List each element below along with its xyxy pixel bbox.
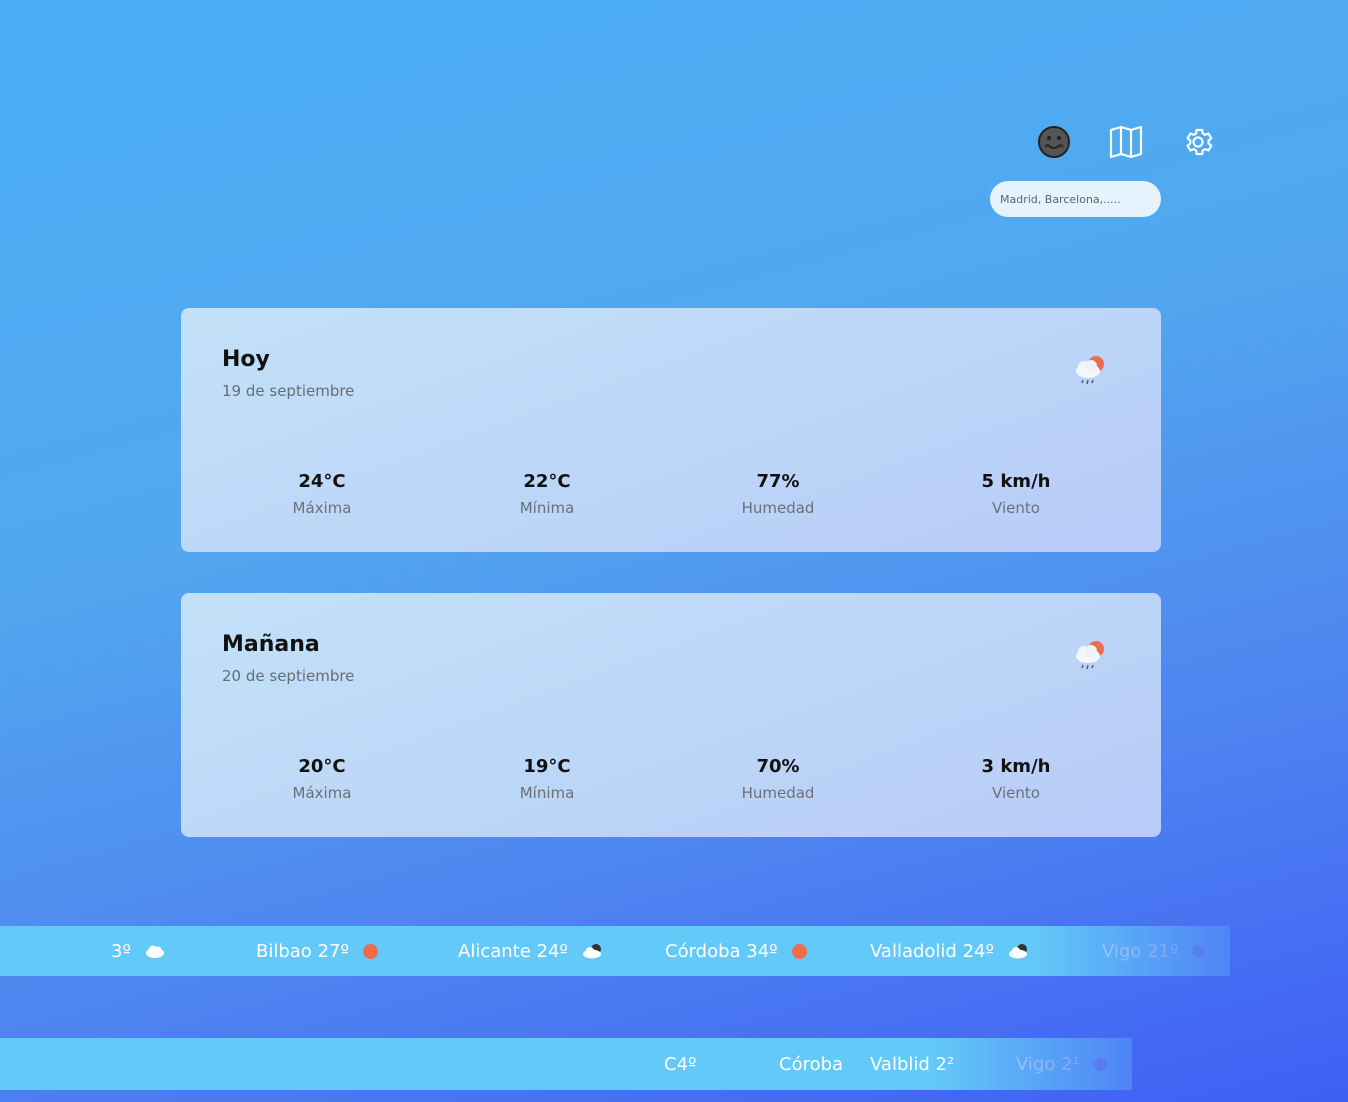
stat-value: 24°C <box>298 471 346 492</box>
stat-wind: 5 km/h Viento <box>916 470 1116 518</box>
stat-label: Viento <box>992 784 1040 802</box>
rain-sun-icon <box>1076 356 1104 385</box>
city-search <box>990 181 1161 217</box>
ticker-text: Bilbao 27º <box>256 940 349 962</box>
cloud-moon-icon <box>582 943 604 959</box>
settings-icon <box>1186 128 1213 156</box>
ticker-text: Córdoba 34º <box>665 940 778 962</box>
dark-mode-button[interactable] <box>1034 122 1074 162</box>
sun-dot-icon <box>362 943 378 959</box>
cloud-icon <box>145 944 165 958</box>
ticker-item: Vigo 2¹ <box>1016 1038 1107 1090</box>
ticker-item: Alicante 24º <box>458 926 604 976</box>
stat-label: Mínima <box>519 784 575 802</box>
city-search-input[interactable] <box>990 181 1161 217</box>
stat-value: 22°C <box>523 471 571 492</box>
card-title: Mañana <box>222 632 320 657</box>
ticker-item: Valblid 2² <box>870 1038 954 1090</box>
stat-label: Humedad <box>741 499 815 517</box>
stat-label: Máxima <box>292 499 352 517</box>
stat-humidity: 70% Humedad <box>678 755 878 803</box>
forecast-card-tomorrow: Mañana 20 de septiembre 20°C Máxima 19°C… <box>181 593 1161 837</box>
stat-value: 70% <box>756 756 800 777</box>
ticker-item: C4º <box>664 1038 697 1090</box>
header-toolbar <box>1034 122 1218 162</box>
ticker-text: Vigo 2¹ <box>1016 1053 1080 1075</box>
ticker-text: Vigo 21º <box>1102 940 1179 962</box>
stat-value: 19°C <box>523 756 571 777</box>
cities-ticker: 3º Bilbao 27º Alicante 24º Córdoba 34º V… <box>0 926 1230 976</box>
stat-value: 77% <box>756 471 800 492</box>
ticker-text: Córoba <box>779 1053 844 1075</box>
ticker-item: Córoba <box>779 1038 843 1090</box>
map-button[interactable] <box>1106 122 1146 162</box>
stat-wind: 3 km/h Viento <box>916 755 1116 803</box>
ticker-text: 3º <box>111 940 131 962</box>
stat-max: 24°C Máxima <box>222 470 422 518</box>
sun-dot-icon <box>791 943 807 959</box>
forecast-card-today: Hoy 19 de septiembre 24°C Máxima 22°C Mí… <box>181 308 1161 552</box>
stat-value: 3 km/h <box>981 756 1051 777</box>
dot-icon <box>1192 944 1206 958</box>
settings-button[interactable] <box>1178 122 1218 162</box>
card-title: Hoy <box>222 347 270 372</box>
ticker-text: Valladolid 24º <box>870 940 994 962</box>
stat-label: Mínima <box>519 499 575 517</box>
cloud-moon-icon <box>1008 943 1030 959</box>
ticker-item: Bilbao 27º <box>256 926 378 976</box>
card-date: 20 de septiembre <box>222 667 355 685</box>
rain-sun-icon <box>1076 641 1104 670</box>
cities-ticker-ghost: C4º Córoba Valblid 2² Vigo 2¹ <box>0 1038 1132 1090</box>
stat-min: 19°C Mínima <box>447 755 647 803</box>
card-date: 19 de septiembre <box>222 382 355 400</box>
stat-label: Viento <box>992 499 1040 517</box>
ticker-item: Valladolid 24º <box>870 926 1030 976</box>
dot-icon <box>1093 1057 1107 1071</box>
stats-row: 20°C Máxima 19°C Mínima 70% Humedad 3 km… <box>222 755 1120 815</box>
stat-humidity: 77% Humedad <box>678 470 878 518</box>
stat-value: 5 km/h <box>981 471 1051 492</box>
stat-label: Humedad <box>741 784 815 802</box>
ticker-item: Córdoba 34º <box>665 926 807 976</box>
ticker-text: Valblid 2² <box>870 1053 955 1075</box>
dark-mode-icon <box>1038 126 1070 158</box>
stat-min: 22°C Mínima <box>447 470 647 518</box>
stats-row: 24°C Máxima 22°C Mínima 77% Humedad 5 km… <box>222 470 1120 530</box>
stat-value: 20°C <box>298 756 346 777</box>
map-icon <box>1109 125 1143 159</box>
stat-max: 20°C Máxima <box>222 755 422 803</box>
ticker-item: 3º <box>111 926 165 976</box>
stat-label: Máxima <box>292 784 352 802</box>
ticker-text: Alicante 24º <box>458 940 568 962</box>
ticker-item: Vigo 21º <box>1102 926 1206 976</box>
ticker-text: C4º <box>664 1053 697 1075</box>
